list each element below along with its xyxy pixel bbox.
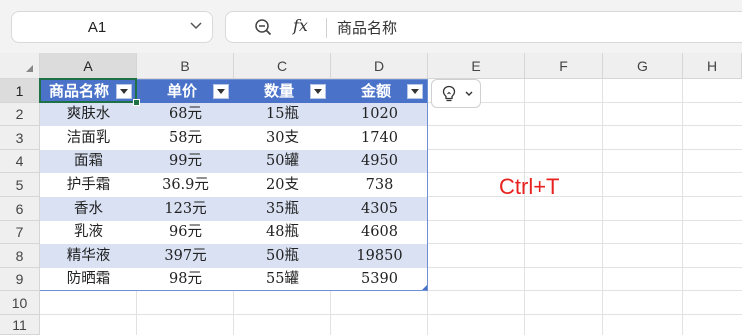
- table-cell[interactable]: 精华液: [40, 244, 137, 268]
- zoom-out-icon[interactable]: [254, 18, 272, 36]
- name-box-value: A1: [87, 19, 107, 36]
- table-cell[interactable]: 48瓶: [234, 221, 331, 244]
- row-header-2[interactable]: 2: [0, 103, 40, 126]
- table-header-label: 金额: [361, 82, 392, 100]
- row-header-5[interactable]: 5: [0, 173, 40, 197]
- table-cell[interactable]: 1020: [331, 103, 428, 126]
- function-icon[interactable]: fx: [293, 16, 308, 35]
- row-header-1[interactable]: 1: [0, 79, 40, 103]
- table-border-bottom: [40, 290, 428, 291]
- table-cell[interactable]: 35瓶: [234, 197, 331, 221]
- table-cell[interactable]: 738: [331, 173, 428, 197]
- row-header-7[interactable]: 7: [0, 221, 40, 244]
- column-header-f[interactable]: F: [525, 53, 603, 79]
- quick-analysis-button[interactable]: [431, 79, 481, 108]
- table-cell[interactable]: 4950: [331, 150, 428, 173]
- table-cell[interactable]: 护手霜: [40, 173, 137, 197]
- table-cell[interactable]: 香水: [40, 197, 137, 221]
- table-cell[interactable]: 58元: [137, 126, 234, 150]
- table-cell[interactable]: 30支: [234, 126, 331, 150]
- column-header-h[interactable]: H: [683, 53, 742, 79]
- formula-toolbar: A1 fx 商品名称: [0, 0, 742, 53]
- name-box[interactable]: A1: [11, 11, 213, 43]
- table-cell[interactable]: 96元: [137, 221, 234, 244]
- filter-dropdown-icon[interactable]: [310, 84, 326, 99]
- gridline-horizontal: [40, 314, 742, 315]
- active-cell-selection: [39, 78, 137, 103]
- chevron-down-icon: [465, 91, 473, 96]
- shortcut-annotation: Ctrl+T: [499, 174, 560, 199]
- table-cell[interactable]: 5390: [331, 268, 428, 291]
- row-header-11[interactable]: 11: [0, 315, 40, 335]
- table-cell[interactable]: 68元: [137, 103, 234, 126]
- gridline-vertical: [602, 79, 603, 335]
- column-header-d[interactable]: D: [331, 53, 428, 79]
- table-cell[interactable]: 爽肤水: [40, 103, 137, 126]
- table-cell[interactable]: 20支: [234, 173, 331, 197]
- fill-handle[interactable]: [133, 99, 140, 106]
- column-header-c[interactable]: C: [234, 53, 331, 79]
- gridline-vertical: [682, 79, 683, 335]
- table-cell[interactable]: 1740: [331, 126, 428, 150]
- table-header-label: 单价: [167, 82, 198, 100]
- column-header-e[interactable]: E: [428, 53, 525, 79]
- table-cell[interactable]: 4305: [331, 197, 428, 221]
- row-header-4[interactable]: 4: [0, 150, 40, 173]
- table-cell[interactable]: 36.9元: [137, 173, 234, 197]
- table-cell[interactable]: 乳液: [40, 221, 137, 244]
- column-header-g[interactable]: G: [603, 53, 683, 79]
- table-border-right: [427, 79, 428, 291]
- table-cell[interactable]: 4608: [331, 221, 428, 244]
- row-header-6[interactable]: 6: [0, 197, 40, 221]
- filter-dropdown-icon[interactable]: [213, 84, 229, 99]
- table-cell[interactable]: 19850: [331, 244, 428, 268]
- table-cell[interactable]: 15瓶: [234, 103, 331, 126]
- row-header-9[interactable]: 9: [0, 268, 40, 291]
- table-cell[interactable]: 123元: [137, 197, 234, 221]
- table-cell[interactable]: 防晒霜: [40, 268, 137, 291]
- table-cell[interactable]: 55罐: [234, 268, 331, 291]
- select-all-corner[interactable]: [0, 53, 40, 79]
- gridline-vertical: [524, 79, 525, 335]
- formula-content[interactable]: 商品名称: [337, 17, 397, 38]
- spreadsheet-grid[interactable]: A B C D E F G H 1 2 3 4 5 6 7 8 9 10 11 商品名称 单价 数量 金额 爽肤水 68元 15瓶…: [0, 53, 742, 335]
- table-cell[interactable]: 50瓶: [234, 244, 331, 268]
- filter-dropdown-icon[interactable]: [407, 84, 423, 99]
- formula-bar[interactable]: fx 商品名称: [225, 11, 742, 43]
- table-cell[interactable]: 面霜: [40, 150, 137, 173]
- formula-divider: [326, 18, 327, 38]
- corner-triangle-icon: [26, 65, 33, 72]
- table-cell[interactable]: 洁面乳: [40, 126, 137, 150]
- table-header-label: 数量: [264, 82, 295, 100]
- table-cell[interactable]: 50罐: [234, 150, 331, 173]
- row-header-10[interactable]: 10: [0, 291, 40, 315]
- table-cell[interactable]: 397元: [137, 244, 234, 268]
- lightbulb-icon: [442, 85, 456, 102]
- table-resize-handle[interactable]: [422, 285, 427, 290]
- chevron-down-icon[interactable]: [188, 17, 204, 33]
- table-cell[interactable]: 99元: [137, 150, 234, 173]
- table-cell[interactable]: 98元: [137, 268, 234, 291]
- row-header-8[interactable]: 8: [0, 244, 40, 268]
- column-header-a[interactable]: A: [40, 53, 137, 79]
- column-header-b[interactable]: B: [137, 53, 234, 79]
- row-header-3[interactable]: 3: [0, 126, 40, 150]
